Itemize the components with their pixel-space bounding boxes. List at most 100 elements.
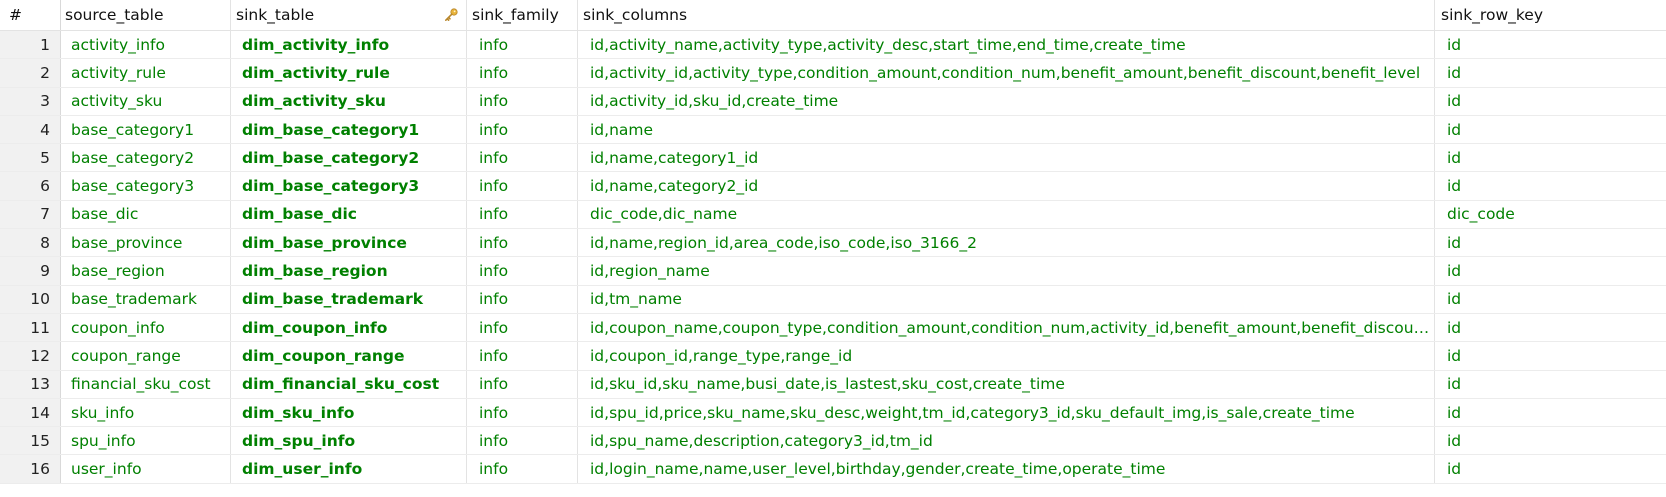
- sink-table-cell[interactable]: dim_activity_rule: [231, 59, 467, 87]
- sink-columns-cell[interactable]: id,name,category1_id: [578, 144, 1435, 172]
- sink-columns-cell[interactable]: dic_code,dic_name: [578, 200, 1435, 229]
- sink-row-key-cell[interactable]: id: [1435, 88, 1666, 115]
- sink-family-cell[interactable]: info: [467, 455, 578, 483]
- sink-row-key-cell[interactable]: id: [1435, 314, 1666, 341]
- sink-columns-cell[interactable]: id,activity_id,activity_type,condition_a…: [578, 59, 1435, 87]
- column-header-source-table[interactable]: source_table: [61, 0, 231, 30]
- row-number-cell[interactable]: 6: [0, 172, 61, 200]
- sink-table-cell[interactable]: dim_base_category2: [231, 144, 467, 172]
- table-row[interactable]: 7 base_dic dim_base_dic info dic_code,dic_na…: [0, 200, 1666, 230]
- row-number-cell[interactable]: 11: [0, 313, 61, 342]
- sink-table-cell[interactable]: dim_activity_sku: [231, 87, 467, 115]
- sink-family-cell[interactable]: info: [467, 370, 578, 398]
- source-table-cell[interactable]: activity_sku: [61, 87, 231, 115]
- table-row[interactable]: 1 activity_info dim_activity_info info id,ac…: [0, 31, 1666, 60]
- source-table-cell[interactable]: financial_sku_cost: [61, 370, 231, 398]
- column-header-sink-row-key[interactable]: sink_row_key: [1435, 0, 1666, 30]
- table-row[interactable]: 5 base_category2 dim_base_category2 info id,…: [0, 144, 1666, 173]
- table-row[interactable]: 4 base_category1 dim_base_category1 info id,…: [0, 115, 1666, 145]
- sink-family-cell[interactable]: info: [467, 427, 578, 455]
- sink-row-key-cell[interactable]: id: [1435, 427, 1666, 454]
- column-header-sink-table[interactable]: sink_table: [231, 0, 467, 30]
- source-table-cell[interactable]: base_trademark: [61, 285, 231, 313]
- sink-table-cell[interactable]: dim_spu_info: [231, 427, 467, 455]
- sink-family-cell[interactable]: info: [467, 229, 578, 257]
- table-row[interactable]: 13 financial_sku_cost dim_financial_sku_co…: [0, 370, 1666, 399]
- sink-row-key-cell[interactable]: id: [1435, 116, 1666, 143]
- row-number-cell[interactable]: 12: [0, 342, 61, 370]
- sink-table-cell[interactable]: dim_base_province: [231, 229, 467, 257]
- sink-table-cell[interactable]: dim_coupon_range: [231, 342, 467, 370]
- table-row[interactable]: 6 base_category3 dim_base_category3 info id,…: [0, 172, 1666, 201]
- source-table-cell[interactable]: spu_info: [61, 427, 231, 455]
- row-number-cell[interactable]: 1: [0, 31, 61, 59]
- sink-family-cell[interactable]: info: [467, 172, 578, 200]
- sink-row-key-cell[interactable]: id: [1435, 31, 1666, 58]
- sink-family-cell[interactable]: info: [467, 398, 578, 427]
- sink-family-cell[interactable]: info: [467, 144, 578, 172]
- sink-family-cell[interactable]: info: [467, 115, 578, 144]
- sink-table-cell[interactable]: dim_sku_info: [231, 398, 467, 427]
- table-row[interactable]: 11 coupon_info dim_coupon_info info id,coupo…: [0, 313, 1666, 343]
- source-table-cell[interactable]: base_province: [61, 229, 231, 257]
- row-number-cell[interactable]: 4: [0, 115, 61, 144]
- sink-table-cell[interactable]: dim_base_category3: [231, 172, 467, 200]
- sink-family-cell[interactable]: info: [467, 87, 578, 115]
- sink-row-key-cell[interactable]: id: [1435, 59, 1666, 86]
- sink-table-cell[interactable]: dim_base_trademark: [231, 285, 467, 313]
- sink-row-key-cell[interactable]: id: [1435, 371, 1666, 398]
- table-row[interactable]: 15 spu_info dim_spu_info info id,spu_name,de…: [0, 427, 1666, 456]
- source-table-cell[interactable]: base_region: [61, 257, 231, 285]
- row-number-cell[interactable]: 7: [0, 200, 61, 229]
- row-number-cell[interactable]: 10: [0, 285, 61, 313]
- sink-columns-cell[interactable]: id,spu_id,price,sku_name,sku_desc,weight…: [578, 398, 1435, 427]
- sink-family-cell[interactable]: info: [467, 285, 578, 313]
- sink-columns-cell[interactable]: id,login_name,name,user_level,birthday,g…: [578, 455, 1435, 483]
- row-number-cell[interactable]: 15: [0, 427, 61, 455]
- source-table-cell[interactable]: base_category1: [61, 115, 231, 144]
- row-number-cell[interactable]: 13: [0, 370, 61, 398]
- sink-family-cell[interactable]: info: [467, 200, 578, 229]
- sink-columns-cell[interactable]: id,activity_id,sku_id,create_time: [578, 87, 1435, 115]
- source-table-cell[interactable]: coupon_range: [61, 342, 231, 370]
- sink-columns-cell[interactable]: id,coupon_name,coupon_type,condition_amo…: [578, 313, 1435, 342]
- sink-table-cell[interactable]: dim_activity_info: [231, 31, 467, 59]
- sink-columns-cell[interactable]: id,tm_name: [578, 285, 1435, 313]
- sink-table-cell[interactable]: dim_base_dic: [231, 200, 467, 229]
- sink-row-key-cell[interactable]: id: [1435, 455, 1666, 482]
- row-number-cell[interactable]: 8: [0, 229, 61, 257]
- sink-row-key-cell[interactable]: id: [1435, 399, 1666, 426]
- table-row[interactable]: 14 sku_info dim_sku_info info id,spu_id,pric…: [0, 398, 1666, 428]
- sink-table-cell[interactable]: dim_coupon_info: [231, 313, 467, 342]
- sink-columns-cell[interactable]: id,sku_id,sku_name,busi_date,is_lastest,…: [578, 370, 1435, 398]
- source-table-cell[interactable]: activity_rule: [61, 59, 231, 87]
- sink-family-cell[interactable]: info: [467, 59, 578, 87]
- table-row[interactable]: 10 base_trademark dim_base_trademark info id…: [0, 285, 1666, 314]
- sink-row-key-cell[interactable]: id: [1435, 144, 1666, 171]
- table-row[interactable]: 9 base_region dim_base_region info id,region…: [0, 257, 1666, 286]
- row-number-cell[interactable]: 16: [0, 455, 61, 483]
- table-row[interactable]: 2 activity_rule dim_activity_rule info id,ac…: [0, 59, 1666, 88]
- sink-table-cell[interactable]: dim_base_region: [231, 257, 467, 285]
- sink-family-cell[interactable]: info: [467, 313, 578, 342]
- row-number-cell[interactable]: 9: [0, 257, 61, 285]
- sink-table-cell[interactable]: dim_financial_sku_cost: [231, 370, 467, 398]
- sink-family-cell[interactable]: info: [467, 257, 578, 285]
- table-row[interactable]: 12 coupon_range dim_coupon_range info id,cou…: [0, 342, 1666, 371]
- source-table-cell[interactable]: base_category2: [61, 144, 231, 172]
- sink-row-key-cell[interactable]: id: [1435, 257, 1666, 284]
- sink-row-key-cell[interactable]: id: [1435, 229, 1666, 256]
- sink-family-cell[interactable]: info: [467, 342, 578, 370]
- sink-columns-cell[interactable]: id,name: [578, 115, 1435, 144]
- row-number-cell[interactable]: 14: [0, 398, 61, 427]
- row-number-cell[interactable]: 5: [0, 144, 61, 172]
- sink-row-key-cell[interactable]: id: [1435, 286, 1666, 313]
- table-row[interactable]: 16 user_info dim_user_info info id,login_nam…: [0, 455, 1666, 484]
- sink-family-cell[interactable]: info: [467, 31, 578, 59]
- source-table-cell[interactable]: base_category3: [61, 172, 231, 200]
- sink-columns-cell[interactable]: id,name,region_id,area_code,iso_code,iso…: [578, 229, 1435, 257]
- sink-table-cell[interactable]: dim_user_info: [231, 455, 467, 483]
- sink-table-cell[interactable]: dim_base_category1: [231, 115, 467, 144]
- table-row[interactable]: 8 base_province dim_base_province info id,na…: [0, 229, 1666, 258]
- sink-columns-cell[interactable]: id,activity_name,activity_type,activity_…: [578, 31, 1435, 59]
